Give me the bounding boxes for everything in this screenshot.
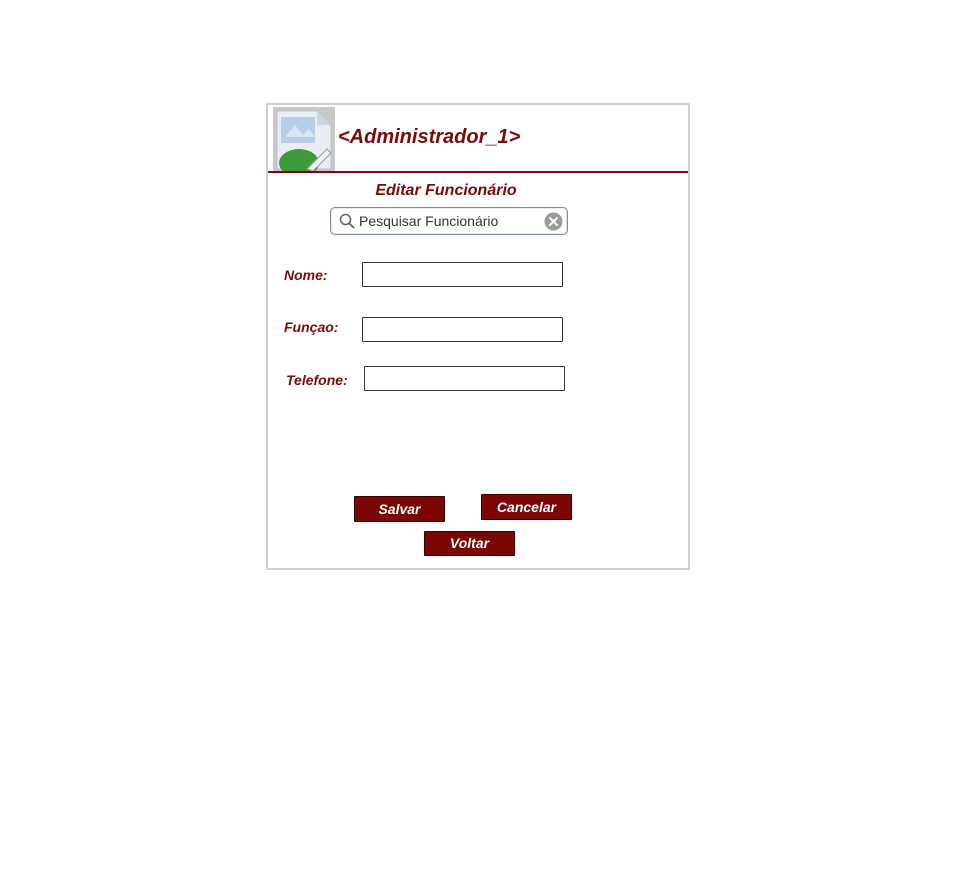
- back-button[interactable]: Voltar: [424, 531, 515, 556]
- telefone-field[interactable]: [364, 366, 565, 391]
- telefone-input[interactable]: [365, 367, 564, 390]
- cancel-button[interactable]: Cancelar: [481, 494, 572, 520]
- admin-name-title: <Administrador_1>: [338, 126, 521, 148]
- nome-label: Nome:: [284, 267, 328, 283]
- nome-input[interactable]: [363, 263, 562, 286]
- image-placeholder-icon: [273, 107, 335, 171]
- funcao-field[interactable]: [362, 317, 563, 342]
- telefone-label: Telefone:: [286, 372, 348, 388]
- funcao-input[interactable]: [363, 318, 562, 341]
- save-button[interactable]: Salvar: [354, 496, 445, 522]
- search-icon: [339, 213, 355, 229]
- search-input[interactable]: [359, 211, 539, 231]
- funcao-label: Funçao:: [284, 319, 339, 335]
- search-box[interactable]: [330, 207, 568, 235]
- page-title: Editar Funcionário: [375, 182, 517, 199]
- clear-search-icon[interactable]: [544, 212, 563, 231]
- header: <Administrador_1>: [268, 105, 688, 173]
- nome-field[interactable]: [362, 262, 563, 287]
- edit-employee-panel: <Administrador_1> Editar Funcionário Nom…: [266, 103, 690, 570]
